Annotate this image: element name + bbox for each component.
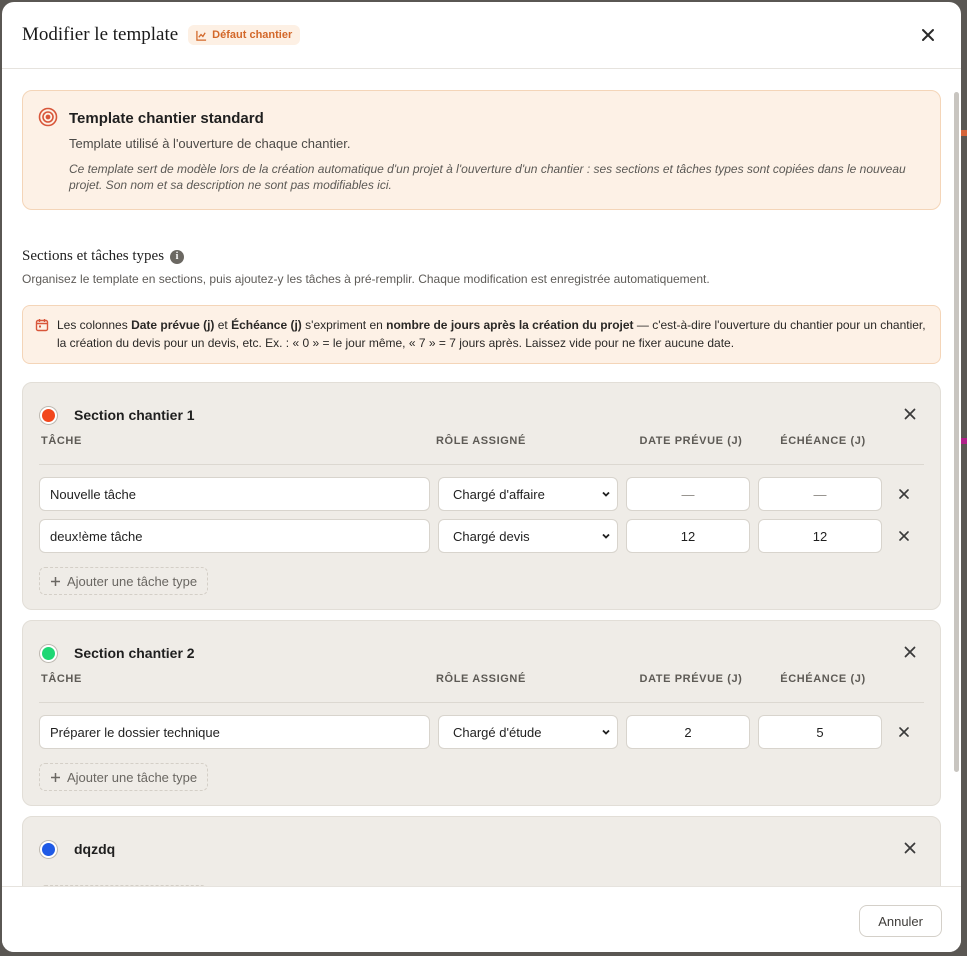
col-due: ÉCHÉANCE (J) [780,673,866,685]
section-card: dqzdq Ajouter une tâche type [22,816,941,886]
chart-icon [196,30,207,41]
col-task: TÂCHE [41,673,82,685]
cancel-button[interactable]: Annuler [859,905,942,937]
task-columns-header: TÂCHE RÔLE ASSIGNÉ DATE PRÉVUE (J) ÉCHÉA… [39,435,924,465]
role-select-value: Chargé d'affaire [453,486,545,502]
col-date: DATE PRÉVUE (J) [639,673,743,685]
delete-task-icon[interactable] [899,727,909,737]
task-row: Préparer le dossier technique Chargé d'é… [39,711,924,753]
add-task-label: Ajouter une tâche type [67,573,198,589]
section-name[interactable]: Section chantier 2 [74,645,195,661]
col-role: RÔLE ASSIGNÉ [436,435,526,447]
col-due: ÉCHÉANCE (J) [780,435,866,447]
modal-header: Modifier le template Défaut chantier [2,2,961,69]
section-card: Section chantier 1 TÂCHE RÔLE ASSIGNÉ DA… [22,382,941,610]
section-card: Section chantier 2 TÂCHE RÔLE ASSIGNÉ DA… [22,620,941,806]
section-color-dot[interactable] [40,840,57,858]
warning-text: s'expriment en [301,318,387,332]
col-date: DATE PRÉVUE (J) [639,435,743,447]
date-input[interactable]: 12 [626,519,750,553]
role-select-value: Chargé devis [453,528,530,544]
warning-bold: Date prévue (j) [131,318,215,332]
delete-task-icon[interactable] [899,489,909,499]
section-header: dqzdq [39,817,924,881]
default-badge: Défaut chantier [188,25,301,45]
section-color-dot[interactable] [40,644,57,662]
modal-body: Template chantier standard Template util… [2,70,961,886]
due-input[interactable]: 12 [758,519,882,553]
edit-template-modal: Modifier le template Défaut chantier Tem… [2,2,961,952]
section-name[interactable]: Section chantier 1 [74,407,195,423]
role-select-value: Chargé d'étude [453,724,542,740]
task-row: deux!ème tâche Chargé devis 12 12 [39,515,924,557]
due-input[interactable]: — [758,477,882,511]
modal-title: Modifier le template [22,24,179,45]
add-task-label: Ajouter une tâche type [67,769,198,785]
modal-footer: Annuler [2,886,961,952]
close-icon[interactable] [921,28,935,42]
due-input[interactable]: 5 [758,715,882,749]
delete-section-icon[interactable] [904,842,916,854]
days-warning: Les colonnes Date prévue (j) et Échéance… [22,305,941,364]
delete-section-icon[interactable] [904,408,916,420]
warning-bold: nombre de jours après la création du pro… [386,318,634,332]
delete-task-icon[interactable] [899,531,909,541]
col-role: RÔLE ASSIGNÉ [436,673,526,685]
date-input[interactable]: — [626,477,750,511]
template-note: Ce template sert de modèle lors de la cr… [69,162,906,192]
task-columns-header: TÂCHE RÔLE ASSIGNÉ DATE PRÉVUE (J) ÉCHÉA… [39,673,924,703]
role-select[interactable]: Chargé d'étude [438,715,618,749]
sections-description: Organisez le template en sections, puis … [22,272,710,286]
calendar-icon [35,319,49,332]
template-name: Template chantier standard [69,110,264,127]
date-input[interactable]: 2 [626,715,750,749]
task-name-input[interactable]: Préparer le dossier technique [39,715,430,749]
template-info-card: Template chantier standard Template util… [22,90,941,210]
scrollbar[interactable] [954,92,959,772]
warning-text: et [214,318,232,332]
add-task-button[interactable]: Ajouter une tâche type [39,567,209,595]
warning-text: Les colonnes [57,318,132,332]
task-name-input[interactable]: deux!ème tâche [39,519,430,553]
section-name[interactable]: dqzdq [74,841,115,857]
col-task: TÂCHE [41,435,82,447]
add-task-button[interactable]: Ajouter une tâche type [39,763,209,791]
warning-bold: Échéance (j) [231,318,302,332]
plus-icon [51,576,60,586]
role-select[interactable]: Chargé d'affaire [438,477,618,511]
delete-section-icon[interactable] [904,646,916,658]
sections-title-text: Sections et tâches types [22,248,165,264]
role-select[interactable]: Chargé devis [438,519,618,553]
default-badge-label: Défaut chantier [212,29,293,41]
sections-title: Sections et tâches types i [22,248,941,265]
info-icon[interactable]: i [170,249,185,264]
plus-icon [51,772,60,782]
chevron-down-icon [602,533,610,539]
chevron-down-icon [602,729,610,735]
section-color-dot[interactable] [40,406,57,424]
template-subtitle: Template utilisé à l'ouverture de chaque… [69,136,351,151]
chevron-down-icon [602,491,610,497]
task-row: Nouvelle tâche Chargé d'affaire — — [39,473,924,515]
task-name-input[interactable]: Nouvelle tâche [39,477,430,511]
target-icon [38,107,58,127]
